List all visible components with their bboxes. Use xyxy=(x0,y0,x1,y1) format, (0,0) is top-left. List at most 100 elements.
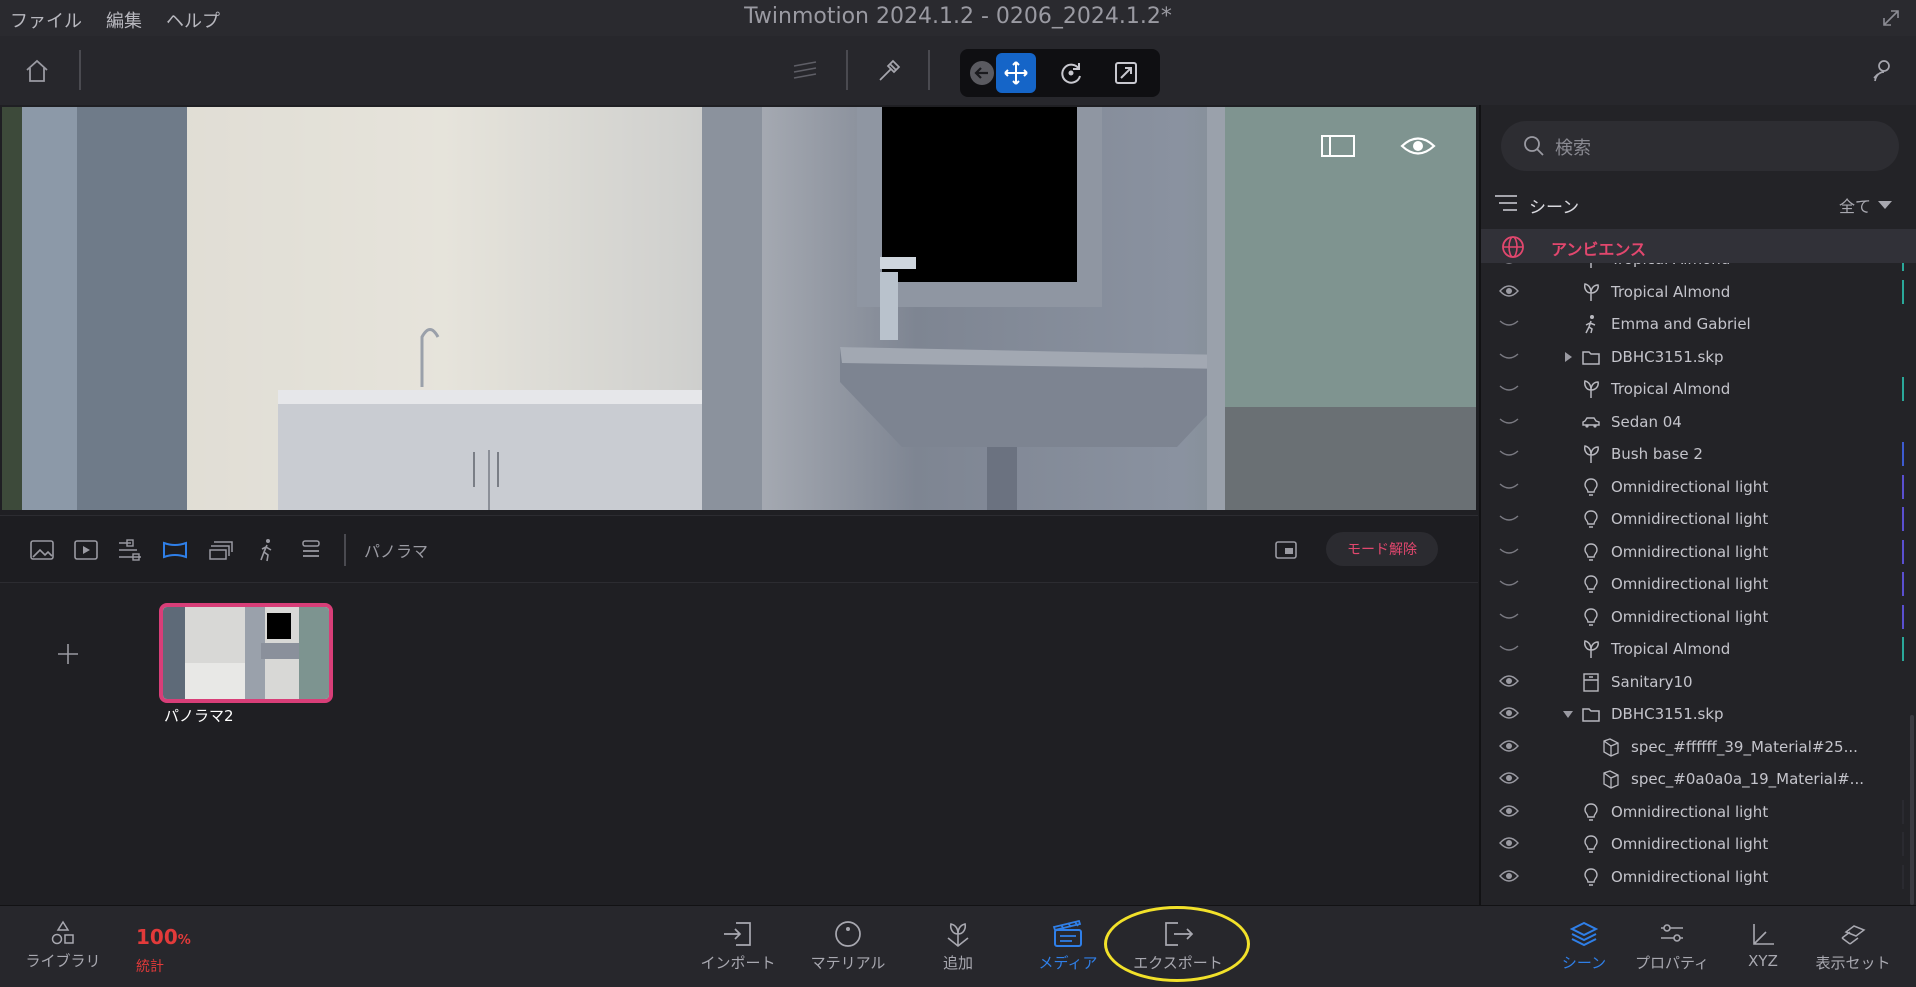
expand-triangle-down-icon[interactable] xyxy=(1561,704,1575,724)
search-box[interactable]: 検索 xyxy=(1501,121,1899,171)
stats-button[interactable]: 100% 統計 xyxy=(136,926,216,976)
tree-row[interactable]: DBHC3151.skp xyxy=(1481,341,1916,373)
exit-mode-button[interactable]: モード解除 xyxy=(1326,532,1438,566)
library-button[interactable]: ライブラリ xyxy=(8,920,118,971)
ambience-row[interactable]: アンビエンス xyxy=(1481,229,1916,263)
add-media-icon[interactable] xyxy=(56,642,80,666)
tree-row[interactable]: Sanitary10 xyxy=(1481,666,1916,698)
tree-row[interactable]: Omnidirectional light xyxy=(1481,796,1916,828)
eye-closed-icon[interactable] xyxy=(1499,575,1519,591)
eye-open-icon[interactable] xyxy=(1499,803,1519,819)
move-tool-button[interactable] xyxy=(996,53,1036,93)
import-label: インポート xyxy=(700,954,776,972)
eye-closed-icon[interactable] xyxy=(1499,445,1519,461)
tree-row[interactable]: Omnidirectional light xyxy=(1481,536,1916,568)
mesh-icon xyxy=(1603,770,1619,789)
tree-row[interactable]: Tropical Almond xyxy=(1481,633,1916,665)
eye-closed-icon[interactable] xyxy=(1499,413,1519,429)
layers-stack-icon[interactable] xyxy=(792,60,818,82)
tree-row[interactable]: Omnidirectional light xyxy=(1481,601,1916,633)
scene-label: シーン xyxy=(1561,954,1607,972)
phasing-icon[interactable] xyxy=(117,538,143,562)
eye-icon[interactable] xyxy=(1400,133,1436,159)
eye-open-icon[interactable] xyxy=(1499,705,1519,721)
eye-open-icon[interactable] xyxy=(1499,770,1519,786)
user-icon[interactable] xyxy=(1870,58,1896,84)
scale-tool-button[interactable] xyxy=(1106,53,1146,93)
axis-icon xyxy=(1753,924,1774,945)
eyedropper-icon[interactable] xyxy=(876,58,902,84)
media-thumbnail[interactable] xyxy=(159,603,333,703)
tree-row[interactable]: Emma and Gabriel xyxy=(1481,308,1916,340)
tree-row[interactable]: Tropical Almond xyxy=(1481,263,1916,275)
eye-closed-icon[interactable] xyxy=(1499,608,1519,624)
image-icon[interactable] xyxy=(29,538,55,562)
tree-row-label: Omnidirectional light xyxy=(1611,802,1769,821)
tree-row[interactable]: Sedan 04 xyxy=(1481,406,1916,438)
car-icon xyxy=(1582,416,1600,428)
import-button[interactable]: インポート xyxy=(683,920,793,973)
eye-open-icon[interactable] xyxy=(1499,868,1519,884)
eye-closed-icon[interactable] xyxy=(1499,478,1519,494)
material-button[interactable]: マテリアル xyxy=(793,920,903,973)
filter-dropdown[interactable]: 全て xyxy=(1839,193,1893,217)
tree-row[interactable]: Bush base 2 xyxy=(1481,438,1916,470)
tree-row-label: Omnidirectional light xyxy=(1611,477,1769,496)
eye-open-icon[interactable] xyxy=(1499,738,1519,754)
tree-row[interactable]: Omnidirectional light xyxy=(1481,861,1916,893)
box-icon xyxy=(1583,672,1599,692)
add-plant-icon xyxy=(947,923,969,948)
tree-row[interactable]: Tropical Almond xyxy=(1481,373,1916,405)
video-icon[interactable] xyxy=(73,538,99,562)
eye-closed-icon[interactable] xyxy=(1499,380,1519,396)
list-stack-icon[interactable] xyxy=(298,538,324,562)
tree-row-label: Tropical Almond xyxy=(1611,282,1731,301)
scene-panel: 検索 シーン 全て アンビエンス Tropical AlmondTropical… xyxy=(1479,105,1916,905)
display-set-button[interactable]: 表示セット xyxy=(1798,920,1908,973)
rotate-tool-button[interactable] xyxy=(1051,53,1091,93)
eye-open-icon[interactable] xyxy=(1499,673,1519,689)
eye-closed-icon[interactable] xyxy=(1499,510,1519,526)
picture-in-picture-icon[interactable] xyxy=(1274,540,1298,560)
tree-row[interactable]: Omnidirectional light xyxy=(1481,828,1916,860)
tree-row-label: Omnidirectional light xyxy=(1611,835,1769,853)
tree-row[interactable]: spec_#ffffff_39_Material#25... xyxy=(1481,731,1916,763)
tree-row[interactable]: Omnidirectional light xyxy=(1481,568,1916,600)
panel-toggle-icon[interactable] xyxy=(1320,133,1356,159)
tree-row[interactable]: spec_#0a0a0a_19_Material#... xyxy=(1481,763,1916,795)
eye-open-icon[interactable] xyxy=(1499,835,1519,851)
home-icon[interactable] xyxy=(24,58,50,84)
eye-open-icon[interactable] xyxy=(1499,263,1519,266)
eye-closed-icon[interactable] xyxy=(1499,640,1519,656)
tree-row[interactable]: DBHC3151.skp xyxy=(1481,698,1916,730)
scrollbar[interactable] xyxy=(1910,715,1914,905)
scale-icon xyxy=(1115,62,1137,84)
panorama-icon[interactable] xyxy=(162,538,188,562)
eye-closed-icon[interactable] xyxy=(1499,543,1519,559)
tree-row-label: spec_#0a0a0a_19_Material#... xyxy=(1631,770,1864,788)
eye-closed-icon[interactable] xyxy=(1499,348,1519,364)
expand-icon[interactable] xyxy=(1880,7,1902,29)
search-placeholder: 検索 xyxy=(1555,138,1591,159)
tree-row-label: spec_#ffffff_39_Material#25... xyxy=(1631,737,1858,756)
add-button[interactable]: 追加 xyxy=(903,920,1013,973)
presentation-icon[interactable] xyxy=(208,538,234,562)
media-mode-bar: パノラマ モード解除 xyxy=(0,515,1478,583)
add-label: 追加 xyxy=(942,954,973,972)
expand-triangle-right-icon[interactable] xyxy=(1561,347,1575,367)
properties-label: プロパティ xyxy=(1634,954,1710,972)
group-color-marker xyxy=(1902,279,1904,304)
viewport-3d[interactable] xyxy=(2,107,1476,510)
tree-row[interactable]: Omnidirectional light xyxy=(1481,503,1916,535)
tree-row[interactable]: Omnidirectional light xyxy=(1481,471,1916,503)
tree-row[interactable]: Tropical Almond xyxy=(1481,276,1916,308)
display-set-label: 表示セット xyxy=(1815,954,1891,972)
eye-open-icon[interactable] xyxy=(1499,283,1519,299)
window-title: Twinmotion 2024.1.2 - 0206_2024.1.2* xyxy=(744,4,1172,29)
clapperboard-icon xyxy=(1052,920,1082,947)
title-bar: ファイル 編集 ヘルプ Twinmotion 2024.1.2 - 0206_2… xyxy=(0,0,1916,36)
walk-icon[interactable] xyxy=(254,538,280,562)
hierarchy-icon[interactable] xyxy=(1493,193,1519,213)
eye-closed-icon[interactable] xyxy=(1499,315,1519,331)
media-mode-label: パノラマ xyxy=(364,542,429,561)
